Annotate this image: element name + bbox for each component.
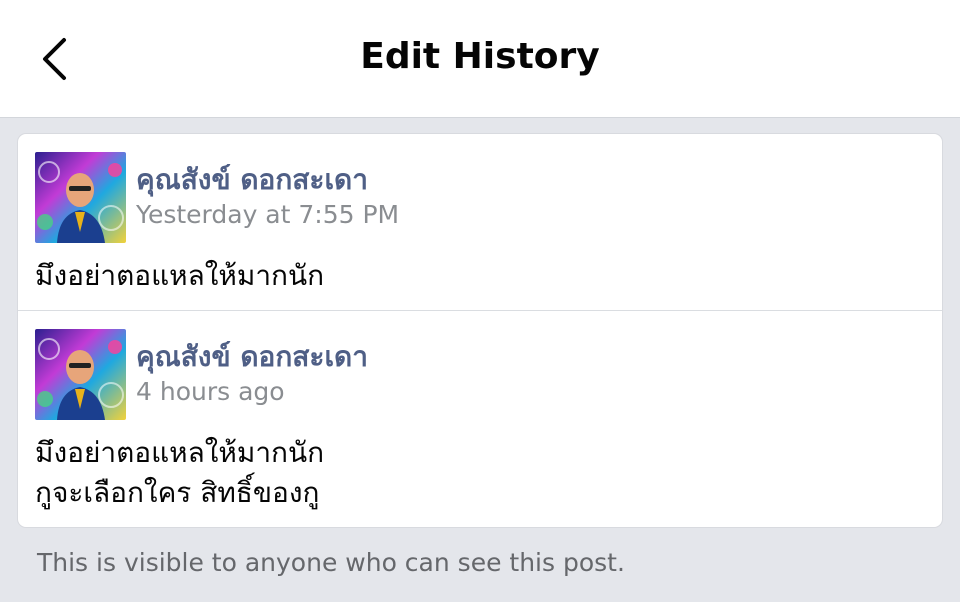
history-entry: คุณสังข์ ดอกสะเดา 4 hours ago มึงอย่าตอแ… bbox=[18, 311, 942, 527]
post-text: มึงอย่าตอแหลให้มากนัก bbox=[35, 256, 915, 296]
avatar[interactable] bbox=[35, 152, 126, 243]
edit-history-list: คุณสังข์ ดอกสะเดา Yesterday at 7:55 PM ม… bbox=[18, 134, 942, 527]
post-text-line: มึงอย่าตอแหลให้มากนัก bbox=[35, 436, 325, 469]
post-text-line: กูจะเลือกใคร สิทธิ์ของกู bbox=[35, 476, 320, 509]
timestamp: Yesterday at 7:55 PM bbox=[136, 200, 400, 229]
page-title: Edit History bbox=[360, 36, 600, 77]
post-text: มึงอย่าตอแหลให้มากนัก กูจะเลือกใคร สิทธิ… bbox=[35, 433, 915, 513]
avatar[interactable] bbox=[35, 329, 126, 420]
visibility-note: This is visible to anyone who can see th… bbox=[37, 548, 625, 577]
timestamp: 4 hours ago bbox=[136, 377, 285, 406]
author-name[interactable]: คุณสังข์ ดอกสะเดา bbox=[136, 158, 368, 202]
top-bar: Edit History bbox=[0, 0, 960, 118]
author-name[interactable]: คุณสังข์ ดอกสะเดา bbox=[136, 335, 368, 379]
post-text-line: มึงอย่าตอแหลให้มากนัก bbox=[35, 259, 325, 292]
history-entry: คุณสังข์ ดอกสะเดา Yesterday at 7:55 PM ม… bbox=[18, 134, 942, 311]
